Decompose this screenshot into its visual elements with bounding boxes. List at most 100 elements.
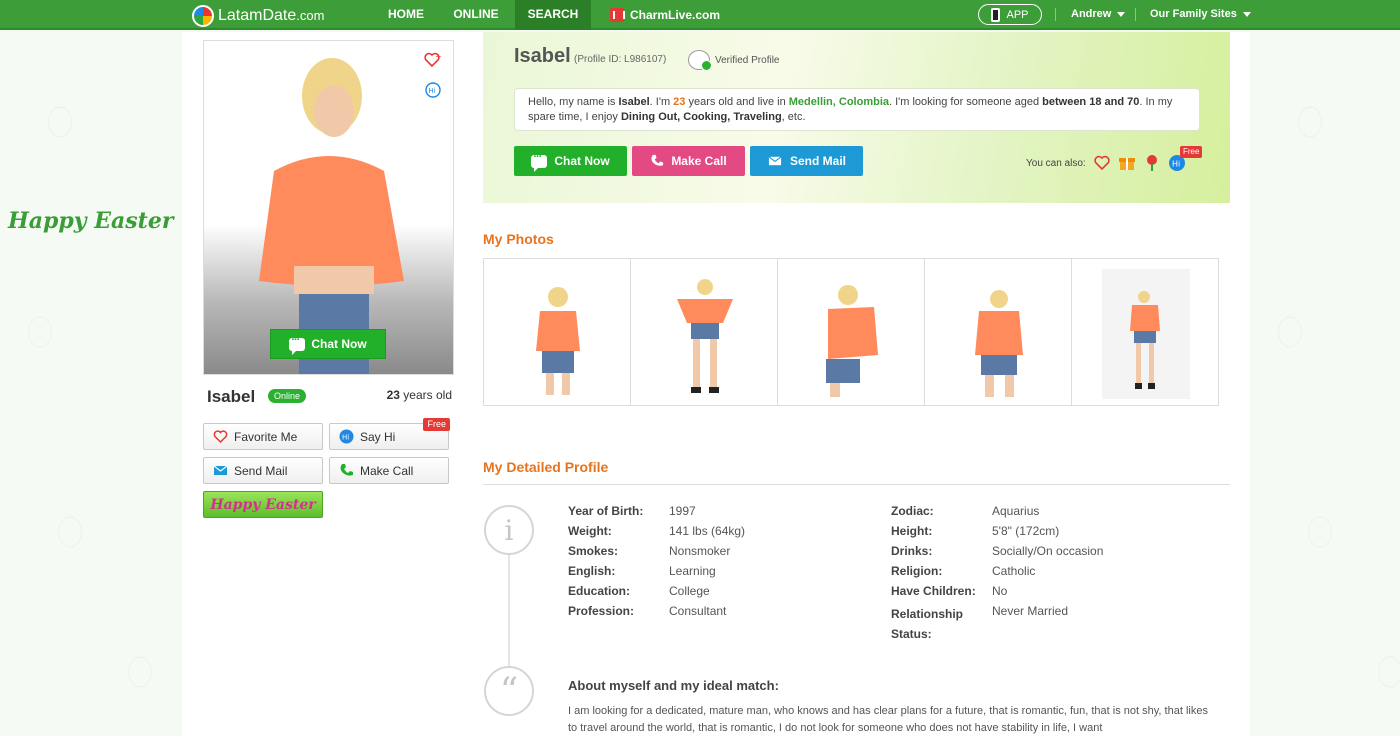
chat-now-label: Chat Now [554,154,610,168]
profile-id: (Profile ID: L986107) [574,54,667,65]
favorite-heart-icon[interactable] [1093,154,1111,172]
online-badge: Online [268,389,307,403]
name-row: Isabel Online 23 years old [207,386,452,406]
thumbnail-figure [536,287,580,395]
detail-value: No [992,584,1008,598]
age-number: 23 [386,388,400,402]
profile-name-left: Isabel [207,387,256,406]
happy-easter-decoration: Happy Easter [8,208,174,234]
say-hi-icon[interactable]: Hi [424,81,442,99]
chevron-down-icon [1242,11,1251,17]
about-text: I am looking for a dedicated, mature man… [568,705,1208,734]
chat-bubble-icon [531,151,548,172]
photo-strip [483,258,1222,406]
detail-value: College [669,584,710,598]
thumbnail-figure [975,290,1023,397]
detail-label: Zodiac: [891,504,934,518]
chat-bubble-icon [289,334,306,355]
nav-divider [1135,8,1136,21]
svg-text:+: + [435,52,441,61]
free-badge: Free [1180,146,1203,158]
say-hi-label: Say Hi [360,429,396,444]
send-mail-action-button[interactable]: Send Mail [750,146,863,176]
nav-divider [1055,8,1056,21]
intro-city: Medellin, Colombia [788,96,889,108]
nav-online[interactable]: ONLINE [446,0,506,30]
send-mail-button[interactable]: Send Mail [203,457,323,484]
make-call-button[interactable]: Make Call [329,457,449,484]
detail-label: Year of Birth: [568,504,644,518]
profile-name: Isabel [514,45,571,67]
thumbnail-figure [1102,269,1190,399]
detail-value: Learning [669,564,716,578]
photo-thumbnail[interactable] [924,258,1072,406]
favorite-heart-icon[interactable]: + [423,51,441,69]
photo-thumbnail[interactable] [1071,258,1219,406]
intro-text: Hello, my name is Isabel. I'm 23 years o… [514,88,1200,131]
user-menu[interactable]: Andrew [1071,0,1126,30]
mail-icon [213,465,228,475]
happy-easter-badge[interactable]: Happy Easter [203,491,323,518]
charmlive-icon [610,8,625,22]
mail-icon [768,156,782,166]
main-profile-photo[interactable] [203,40,454,375]
detail-label: Height: [891,524,933,538]
top-nav: LatamDate.com HOME ONLINE SEARCH CharmLi… [0,0,1400,30]
age-suffix: years old [399,388,452,402]
svg-text:Hi: Hi [1172,160,1180,169]
detail-value: Nonsmoker [669,544,731,558]
nav-search[interactable]: SEARCH [515,0,591,30]
left-background [0,32,182,736]
intro-age-range: between 18 and 70 [1042,96,1140,108]
gift-icon[interactable] [1118,154,1136,172]
intro-age: 23 [673,96,686,108]
phone-call-icon [651,154,664,166]
detailed-profile-title: My Detailed Profile [483,459,609,475]
family-sites-menu[interactable]: Our Family Sites [1150,0,1251,30]
logo-icon [192,5,214,27]
family-sites-label: Our Family Sites [1150,8,1237,20]
chevron-down-icon [1117,11,1126,17]
photo-thumbnail[interactable] [777,258,925,406]
age-label: 23 years old [387,388,452,402]
detail-label: Profession: [568,604,635,618]
say-hi-button[interactable]: Hi Say Hi Free [329,418,450,450]
chat-now-button-photo[interactable]: Chat Now [270,329,386,359]
detail-value: 1997 [669,504,696,518]
free-badge: Free [423,418,450,431]
logo-suffix: .com [296,8,325,23]
intro-part: years old and live in [685,96,789,108]
heart-plus-icon [213,430,228,444]
chat-now-button[interactable]: Chat Now [514,146,627,176]
detail-value: Never Married [992,604,1069,618]
info-icon: i [484,505,534,555]
nav-home[interactable]: HOME [380,0,432,30]
detail-label: Relationship Status: [891,607,964,641]
photo-thumbnail[interactable] [630,258,778,406]
make-call-action-button[interactable]: Make Call [632,146,745,176]
detail-value: 141 lbs (64kg) [669,524,746,538]
detail-label: Weight: [568,524,612,538]
detail-value: Consultant [669,604,727,618]
make-call-label: Make Call [360,463,414,478]
detail-label: Drinks: [891,544,933,558]
detail-label: Education: [568,584,630,598]
intro-part: , etc. [781,111,806,123]
photo-thumbnail[interactable] [483,258,631,406]
timeline-line [508,555,510,667]
favorite-me-button[interactable]: Favorite Me [203,423,323,450]
detail-value: Catholic [992,564,1036,578]
intro-part: . I'm [649,96,674,108]
charmlive-label: CharmLive.com [630,8,721,22]
thumbnail-figure [826,285,878,397]
nav-charmlive[interactable]: CharmLive.com [610,0,730,30]
logo-text: LatamDate [218,7,297,24]
quote-icon: “ [484,666,534,716]
app-label: APP [1006,8,1029,21]
svg-text:Hi: Hi [429,87,436,95]
detail-label: Smokes: [568,544,619,558]
site-logo[interactable]: LatamDate.com [192,4,324,28]
rose-icon[interactable] [1143,154,1161,172]
app-button[interactable]: APP [978,4,1042,25]
profile-photo-figure [259,58,404,374]
